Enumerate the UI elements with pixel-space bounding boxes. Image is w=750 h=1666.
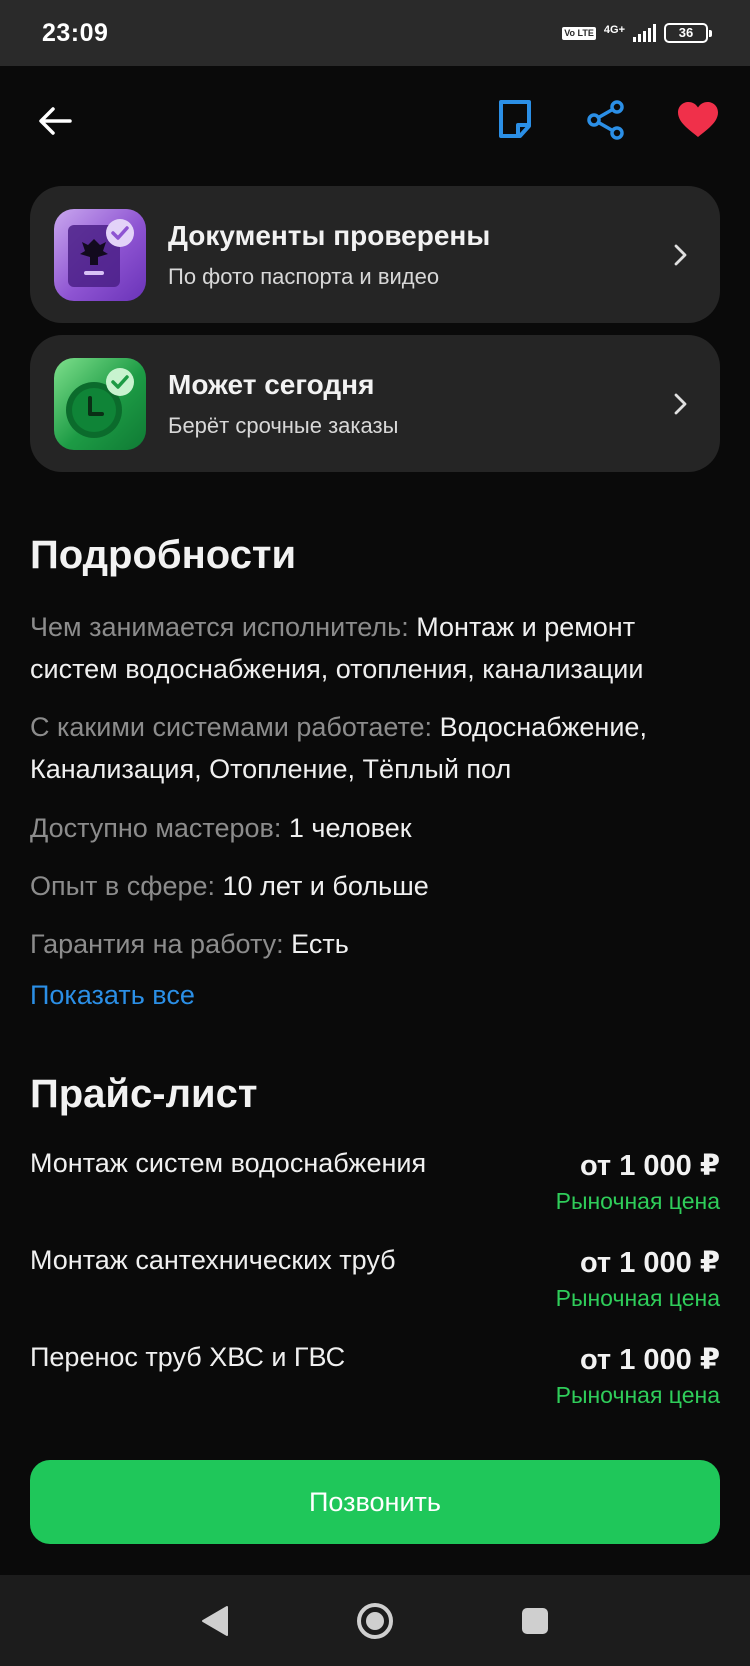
chevron-right-icon [666,389,696,419]
nav-home-button[interactable] [350,1596,400,1646]
back-button[interactable] [30,96,80,146]
detail-value: 1 человек [288,813,412,843]
price-note: Рыночная цена [555,1382,720,1408]
price-name: Монтаж сантехнических труб [30,1245,396,1275]
nav-recents-icon [522,1607,548,1634]
nav-home-icon [357,1602,393,1639]
status-bar: 23:09 Vo LTE 4G+ 36 [0,0,750,66]
detail-item: Опыт в сфере: 10 лет и больше [30,865,720,907]
volte-icon: Vo LTE [562,26,596,40]
favorite-button[interactable] [672,94,724,146]
price-list-title: Прайс-лист [30,1072,258,1116]
price-note: Рыночная цена [555,1188,720,1214]
detail-value: 10 лет и больше [222,871,429,901]
detail-label: Гарантия на работу: [30,929,284,959]
status-icons: Vo LTE 4G+ 36 [562,23,712,43]
detail-label: С какими системами работаете: [30,712,433,742]
detail-item: Гарантия на работу: Есть [30,923,720,965]
detail-label: Опыт в сфере: [30,871,216,901]
detail-value: Есть [291,929,349,959]
price-note: Рыночная цена [555,1285,720,1311]
show-all-link[interactable]: Показать все [30,980,195,1011]
share-button[interactable] [580,94,632,146]
top-bar [0,66,750,176]
clock-check-icon [54,357,146,450]
call-button[interactable]: Позвонить [30,1460,720,1544]
nav-recents-button[interactable] [510,1596,560,1646]
heart-icon [678,102,718,137]
detail-item: С какими системами работаете: Водоснабже… [30,706,720,790]
detail-label: Доступно мастеров: [30,813,282,843]
detail-item: Чем занимается исполнитель: Монтаж и рем… [30,606,720,690]
status-time: 23:09 [42,18,109,47]
nav-back-icon [202,1605,228,1636]
available-today-card[interactable]: Может сегодня Берёт срочные заказы [30,335,720,472]
passport-check-icon [54,208,146,301]
detail-label: Чем занимается исполнитель: [30,612,409,642]
card-subtitle: Берёт срочные заказы [168,412,399,438]
card-subtitle: По фото паспорта и видео [168,263,440,289]
card-text: Документы проверены По фото паспорта и в… [168,220,666,290]
price-value: от 1 000 ₽ [579,1344,720,1376]
battery-icon: 36 [664,23,712,43]
card-title: Может сегодня [168,368,375,400]
network-type: 4G+ [603,23,625,36]
price-value: от 1 000 ₽ [579,1150,720,1182]
card-text: Может сегодня Берёт срочные заказы [168,369,666,439]
signal-icon [633,24,656,42]
price-name: Монтаж систем водоснабжения [30,1148,427,1178]
chevron-right-icon [666,240,696,270]
card-title: Документы проверены [168,219,491,251]
price-value: от 1 000 ₽ [579,1247,720,1279]
nav-back-button[interactable] [190,1596,240,1646]
detail-item: Доступно мастеров: 1 человек [30,807,720,849]
system-nav-bar [0,1575,750,1666]
arrow-left-icon [39,107,72,135]
note-icon [499,100,531,138]
price-name: Перенос труб ХВС и ГВС [30,1342,346,1372]
documents-verified-card[interactable]: Документы проверены По фото паспорта и в… [30,186,720,323]
details-title: Подробности [30,533,297,577]
note-button[interactable] [490,94,540,144]
share-icon [587,100,624,140]
